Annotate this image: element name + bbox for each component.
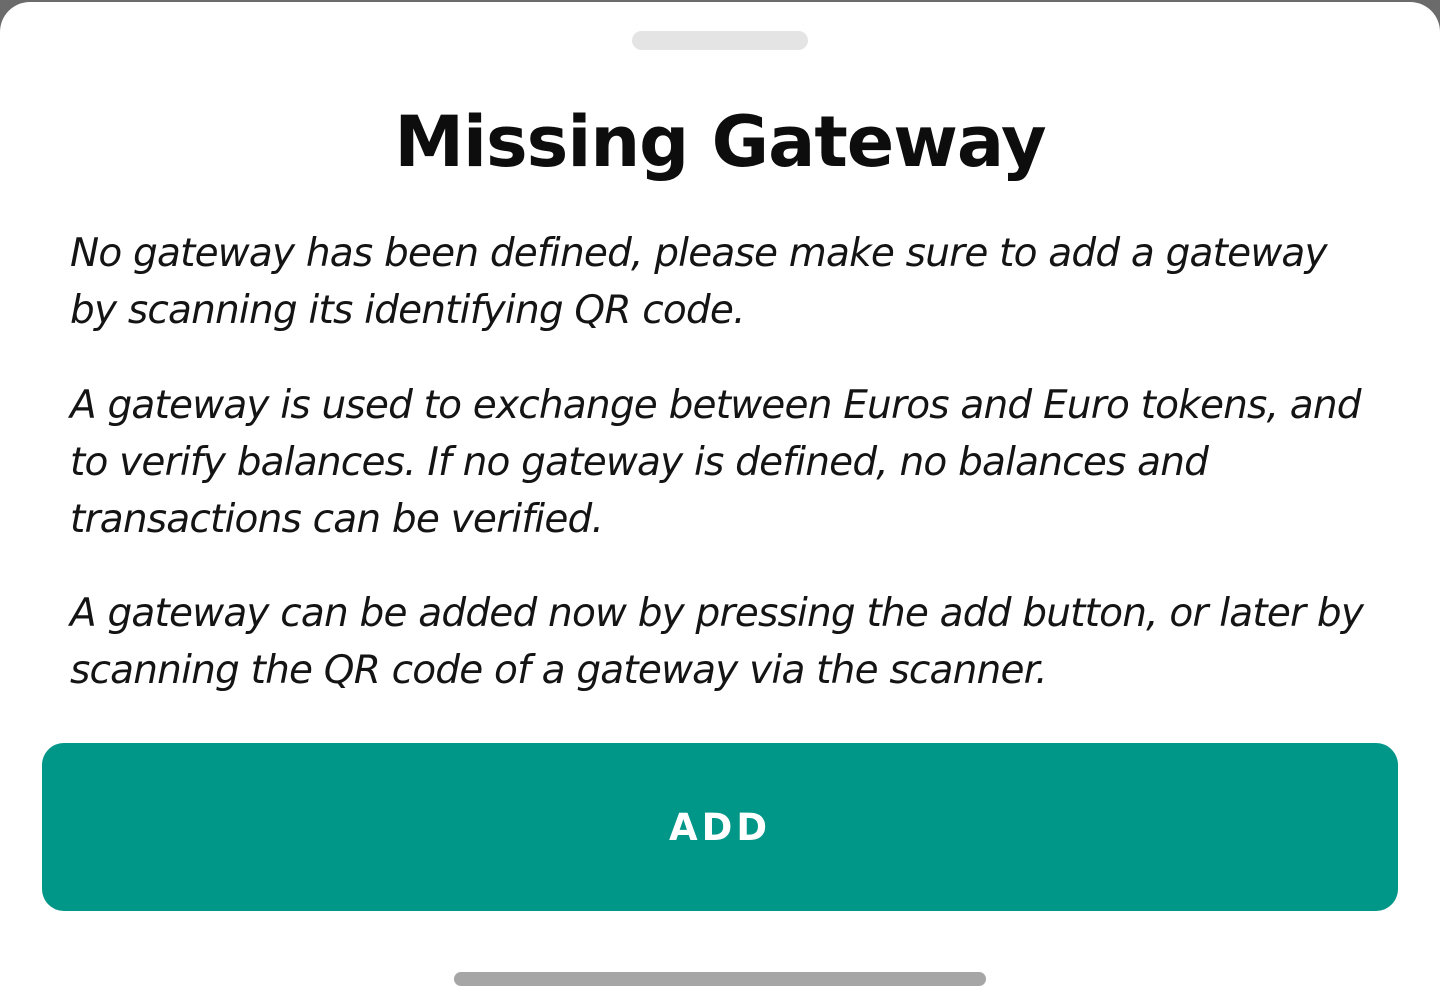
description-paragraph-3: A gateway can be added now by pressing t… <box>70 591 1364 693</box>
description-paragraph-1: No gateway has been defined, please make… <box>70 231 1328 333</box>
bottom-sheet-dialog: Missing Gateway No gateway has been defi… <box>0 2 1440 1006</box>
description-paragraph-2: A gateway is used to exchange between Eu… <box>70 383 1362 542</box>
drag-handle[interactable] <box>632 31 808 50</box>
dialog-title: Missing Gateway <box>394 101 1046 183</box>
home-gesture-bar[interactable] <box>454 972 986 986</box>
add-button[interactable]: ADD <box>42 743 1398 911</box>
